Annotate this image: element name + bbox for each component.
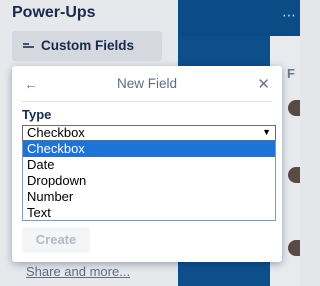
type-option-number[interactable]: Number <box>23 189 275 205</box>
type-option-dropdown[interactable]: Dropdown <box>23 173 275 189</box>
type-label: Type <box>22 107 52 122</box>
popover-divider <box>22 101 272 102</box>
custom-fields-button[interactable]: Custom Fields <box>12 31 162 61</box>
custom-fields-icon <box>23 43 34 50</box>
type-option-text[interactable]: Text <box>23 205 275 221</box>
sidebar-title: Power-Ups <box>12 4 96 21</box>
create-button[interactable]: Create <box>22 227 90 253</box>
type-select-value: Checkbox <box>27 125 85 140</box>
avatar <box>288 240 300 256</box>
close-icon[interactable]: ✕ <box>257 75 270 93</box>
list-letter: F <box>287 66 295 81</box>
share-and-more-link[interactable]: Share and more... <box>26 264 130 279</box>
type-option-date[interactable]: Date <box>23 157 275 173</box>
avatar <box>288 100 300 116</box>
dropdown-arrow-icon: ▼ <box>262 127 271 137</box>
avatar <box>288 167 300 183</box>
new-field-popover: ← New Field ✕ Type Checkbox ▼ Checkbox D… <box>12 66 282 262</box>
custom-fields-label: Custom Fields <box>41 38 135 53</box>
type-select[interactable]: Checkbox ▼ <box>22 125 276 141</box>
type-options-list: Checkbox Date Dropdown Number Text <box>22 141 276 221</box>
type-option-checkbox[interactable]: Checkbox <box>23 141 275 157</box>
popover-title: New Field <box>116 76 178 91</box>
more-icon[interactable]: ⋯ <box>282 7 297 24</box>
